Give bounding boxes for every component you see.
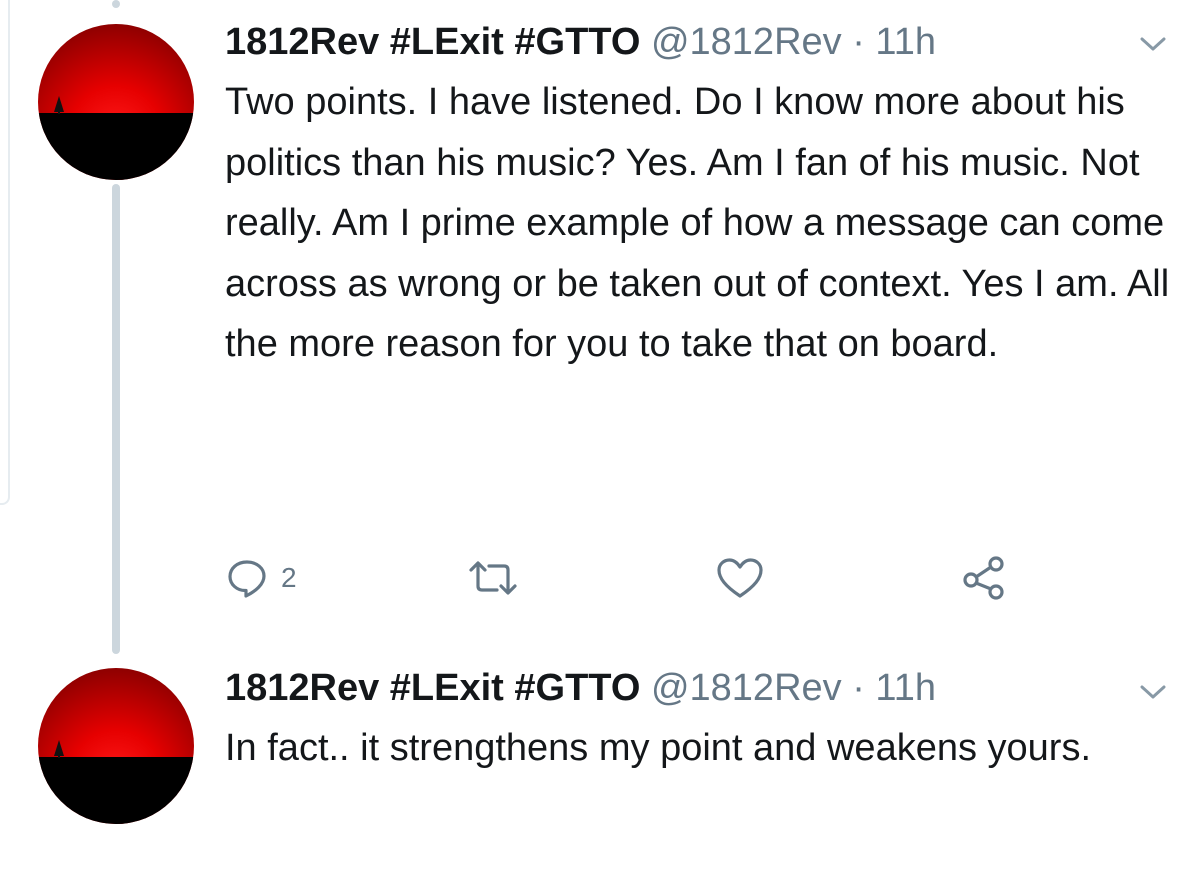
timestamp[interactable]: 11h [875, 667, 936, 709]
heart-icon [715, 556, 765, 600]
tweet-header: 1812Rev #LExit #GTTO @1812Rev · 11h [225, 20, 936, 64]
action-bar: 2 [225, 553, 1125, 603]
tweet-header: 1812Rev #LExit #GTTO @1812Rev · 11h [225, 666, 936, 710]
chevron-down-icon[interactable] [1138, 34, 1168, 54]
reply-button[interactable]: 2 [225, 553, 297, 603]
like-button[interactable] [715, 553, 765, 603]
chevron-down-icon[interactable] [1138, 682, 1168, 702]
separator: · [852, 21, 865, 63]
timestamp[interactable]: 11h [875, 21, 936, 63]
tweet[interactable]: 1812Rev #LExit #GTTO @1812Rev · 11h Two … [0, 0, 1200, 650]
retweet-icon [465, 556, 521, 600]
display-name[interactable]: 1812Rev #LExit #GTTO [225, 667, 640, 709]
share-icon [960, 554, 1008, 602]
tweet-text: Two points. I have listened. Do I know m… [225, 81, 1170, 365]
display-name[interactable]: 1812Rev #LExit #GTTO [225, 21, 640, 63]
avatar[interactable] [38, 668, 194, 824]
handle[interactable]: @1812Rev [651, 21, 842, 63]
tweet-text: In fact.. it strengthens my point and we… [225, 727, 1092, 769]
reply-count: 2 [281, 562, 297, 593]
share-button[interactable] [960, 553, 1008, 603]
tweet[interactable]: 1812Rev #LExit #GTTO @1812Rev · 11h In f… [0, 650, 1200, 883]
handle[interactable]: @1812Rev [651, 667, 842, 709]
avatar[interactable] [38, 24, 194, 180]
separator: · [852, 667, 865, 709]
retweet-button[interactable] [465, 553, 521, 603]
reply-icon [225, 556, 269, 600]
